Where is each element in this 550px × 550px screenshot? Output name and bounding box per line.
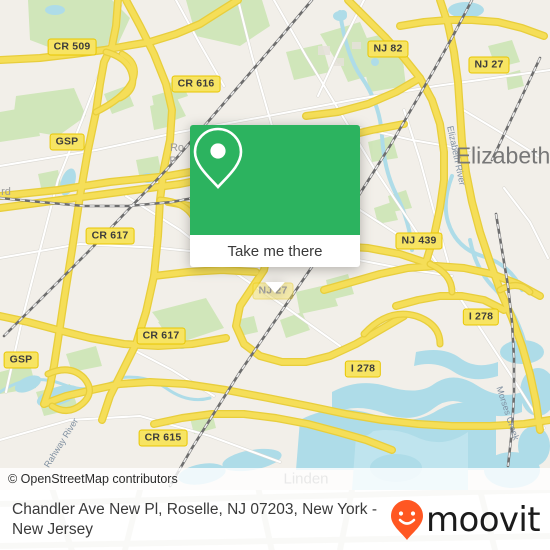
route-shield-gsp-south[interactable]: GSP bbox=[3, 351, 39, 369]
moovit-map-screen: .pk{fill:#CFE6B8} .wt{fill:#AEDCE8} .wl{… bbox=[0, 0, 550, 550]
route-shield-nj-27-north[interactable]: NJ 27 bbox=[468, 56, 510, 74]
card-pointer bbox=[265, 282, 285, 293]
route-shield-cr-617-lower[interactable]: CR 617 bbox=[136, 327, 186, 345]
route-shield-cr-616[interactable]: CR 616 bbox=[171, 75, 221, 93]
route-shield-i-278-east[interactable]: I 278 bbox=[462, 308, 500, 326]
take-me-there-button[interactable]: Take me there bbox=[190, 235, 360, 267]
card-icon-area bbox=[190, 125, 360, 235]
route-shield-nj-439[interactable]: NJ 439 bbox=[395, 232, 443, 250]
moovit-pin-smile-icon bbox=[390, 500, 423, 540]
osm-attribution: © OpenStreetMap contributors bbox=[0, 468, 550, 490]
route-shield-cr-615[interactable]: CR 615 bbox=[138, 429, 188, 447]
address-text: Chandler Ave New Pl, Roselle, NJ 07203, … bbox=[12, 501, 378, 538]
moovit-wordmark: moovit bbox=[425, 500, 541, 540]
place-label-roselle-park-line2: P bbox=[169, 155, 177, 167]
route-shield-cr-617-upper[interactable]: CR 617 bbox=[85, 227, 135, 245]
route-shield-nj-82[interactable]: NJ 82 bbox=[367, 40, 409, 58]
place-label-clipped-left: rd bbox=[1, 186, 11, 198]
map-canvas[interactable]: .pk{fill:#CFE6B8} .wt{fill:#AEDCE8} .wl{… bbox=[0, 0, 550, 490]
moovit-logo[interactable]: moovit bbox=[390, 499, 541, 541]
take-me-there-label: Take me there bbox=[227, 242, 323, 260]
destination-card[interactable]: Take me there bbox=[190, 125, 360, 293]
footer-bar: Chandler Ave New Pl, Roselle, NJ 07203, … bbox=[0, 490, 550, 550]
route-shield-i-278-west[interactable]: I 278 bbox=[344, 360, 382, 378]
map-pin-icon bbox=[193, 127, 243, 189]
place-label-elizabeth: Elizabeth bbox=[455, 142, 550, 169]
place-label-roselle-park-line1: Ro bbox=[169, 142, 185, 154]
route-shield-gsp-north[interactable]: GSP bbox=[49, 133, 85, 151]
route-shield-cr-509[interactable]: CR 509 bbox=[47, 38, 97, 56]
